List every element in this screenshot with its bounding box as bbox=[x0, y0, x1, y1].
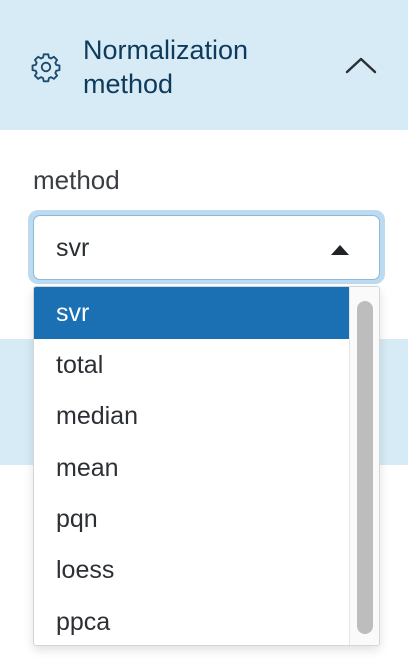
normalization-panel: Normalization method method svr svr tota… bbox=[0, 0, 408, 670]
method-select[interactable]: svr bbox=[33, 215, 380, 280]
option-ppca[interactable]: ppca bbox=[34, 596, 350, 645]
method-dropdown-list[interactable]: svr total median mean pqn loess ppca bbox=[33, 286, 380, 646]
option-pqn[interactable]: pqn bbox=[34, 493, 350, 545]
dropdown-scrollbar[interactable] bbox=[349, 287, 379, 645]
panel-header[interactable]: Normalization method bbox=[0, 0, 408, 130]
option-mean[interactable]: mean bbox=[34, 442, 350, 494]
chevron-up-icon[interactable] bbox=[342, 52, 380, 78]
method-label: method bbox=[33, 165, 120, 195]
gear-icon bbox=[30, 51, 62, 83]
panel-title: Normalization method bbox=[83, 35, 249, 99]
select-value: svr bbox=[56, 234, 90, 262]
option-loess[interactable]: loess bbox=[34, 544, 350, 596]
option-median[interactable]: median bbox=[34, 390, 350, 442]
scroll-thumb[interactable] bbox=[357, 301, 373, 634]
option-total[interactable]: total bbox=[34, 339, 350, 391]
caret-up-icon bbox=[330, 243, 350, 255]
option-svr[interactable]: svr bbox=[34, 287, 350, 339]
